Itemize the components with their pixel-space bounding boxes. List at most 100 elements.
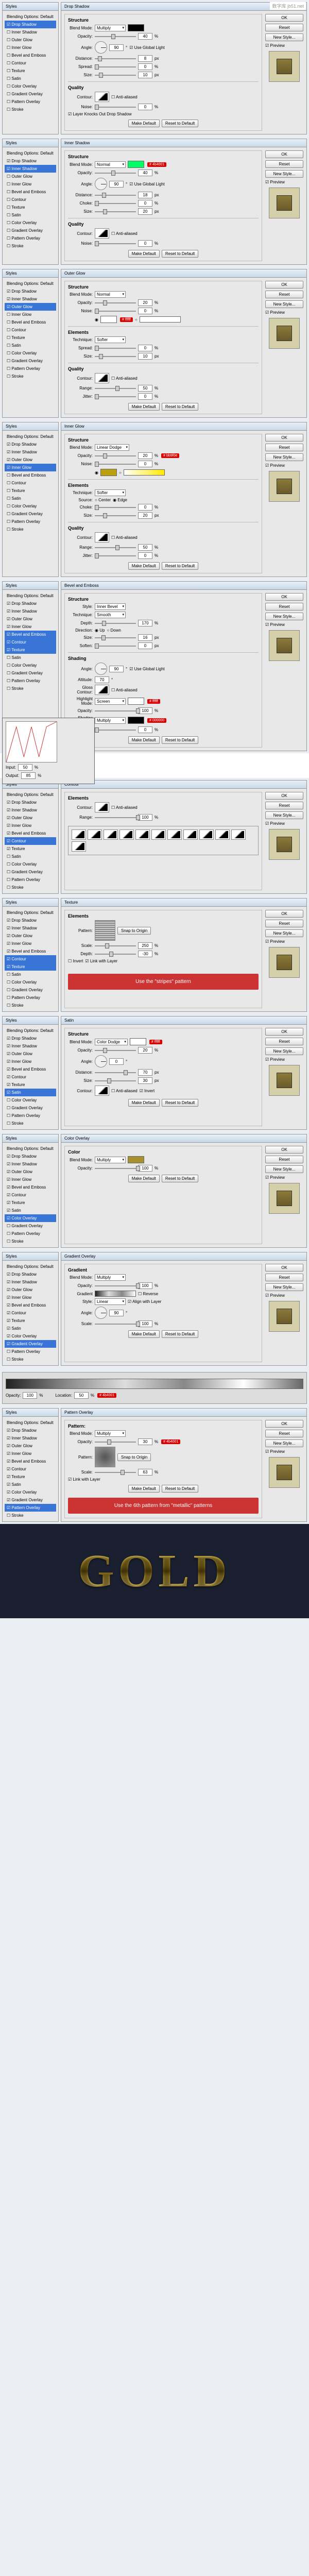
noise-input[interactable]: 0 <box>138 104 152 110</box>
contour-picker[interactable] <box>95 802 109 812</box>
sidebar-gradient-overlay[interactable]: Gradient Overlay <box>5 1222 56 1230</box>
color-swatch[interactable] <box>128 161 144 168</box>
contour-preset[interactable] <box>151 829 166 840</box>
blend-mode-dropdown[interactable]: Normal <box>95 161 126 168</box>
contour-picker[interactable] <box>95 228 109 239</box>
sidebar-contour[interactable]: Contour <box>5 1191 56 1199</box>
scale-input[interactable]: 250 <box>138 942 152 949</box>
make-default-button[interactable]: Make Default <box>128 1099 160 1107</box>
sidebar-stroke[interactable]: Stroke <box>5 685 56 692</box>
new-style-button[interactable]: New Style... <box>265 1283 303 1291</box>
sidebar-stroke[interactable]: Stroke <box>5 1238 56 1245</box>
sidebar-drop-shadow[interactable]: Drop Shadow <box>5 157 56 165</box>
sidebar-blending[interactable]: Blending Options: Default <box>5 280 56 287</box>
technique-dropdown[interactable]: Softer <box>95 336 126 343</box>
sidebar-pattern-overlay[interactable]: Pattern Overlay <box>5 1348 56 1355</box>
distance-input[interactable]: 8 <box>138 55 152 62</box>
sidebar-contour[interactable]: Contour <box>5 837 56 845</box>
make-default-button[interactable]: Make Default <box>128 1175 160 1182</box>
ok-button[interactable]: OK <box>265 150 303 158</box>
size-slider[interactable] <box>95 1078 136 1084</box>
sidebar-inner-shadow[interactable]: Inner Shadow <box>5 448 56 456</box>
opacity-slider[interactable] <box>95 1439 136 1445</box>
opacity-input[interactable]: 40 <box>138 170 152 176</box>
opacity-input[interactable]: 20 <box>138 1047 152 1054</box>
sh-opacity-slider[interactable] <box>95 727 136 733</box>
sidebar-color-overlay[interactable]: Color Overlay <box>5 82 56 90</box>
sidebar-bevel[interactable]: Bevel and Emboss <box>5 1183 56 1191</box>
sidebar-inner-shadow[interactable]: Inner Shadow <box>5 1434 56 1442</box>
sidebar-satin[interactable]: Satin <box>5 654 56 662</box>
opacity-slider[interactable] <box>95 300 136 306</box>
jitter-slider[interactable] <box>95 553 136 559</box>
sidebar-pattern-overlay[interactable]: Pattern Overlay <box>5 234 56 242</box>
dir-down-radio[interactable]: ○ Down <box>107 628 121 633</box>
new-style-button[interactable]: New Style... <box>265 1047 303 1055</box>
opacity-slider[interactable] <box>95 33 136 40</box>
sidebar-gradient-overlay[interactable]: Gradient Overlay <box>5 90 56 98</box>
sidebar-color-overlay[interactable]: Color Overlay <box>5 1214 56 1222</box>
anti-aliased-check[interactable]: ☐ Anti-aliased <box>111 95 138 99</box>
sidebar-inner-shadow[interactable]: Inner Shadow <box>5 924 56 932</box>
sidebar-inner-glow[interactable]: Inner Glow <box>5 623 56 631</box>
angle-input[interactable]: 90 <box>109 181 124 188</box>
range-input[interactable]: 50 <box>138 544 152 551</box>
new-style-button[interactable]: New Style... <box>265 613 303 620</box>
sidebar-bevel[interactable]: Bevel and Emboss <box>5 1301 56 1309</box>
sidebar-texture[interactable]: Texture <box>5 646 56 654</box>
sidebar-inner-glow[interactable]: Inner Glow <box>5 822 56 829</box>
sidebar-outer-glow[interactable]: Outer Glow <box>5 1050 56 1058</box>
sidebar-inner-shadow[interactable]: Inner Shadow <box>5 1042 56 1050</box>
sidebar-texture[interactable]: Texture <box>5 845 56 853</box>
contour-preset[interactable] <box>183 829 198 840</box>
sidebar-blending[interactable]: Blending Options: Default <box>5 791 56 799</box>
sidebar-bevel[interactable]: Bevel and Emboss <box>5 318 56 326</box>
preview-check[interactable]: ☑ Preview <box>265 463 303 468</box>
sidebar-inner-glow[interactable]: Inner Glow <box>5 180 56 188</box>
invert-check[interactable]: ☑ Invert <box>140 1089 154 1093</box>
sidebar-texture[interactable]: Texture <box>5 1199 56 1207</box>
reset-default-button[interactable]: Reset to Default <box>162 736 198 744</box>
sidebar-blending[interactable]: Blending Options: Default <box>5 909 56 917</box>
contour-preset[interactable] <box>72 841 86 852</box>
ok-button[interactable]: OK <box>265 281 303 289</box>
ok-button[interactable]: OK <box>265 910 303 918</box>
sidebar-bevel[interactable]: Bevel and Emboss <box>5 471 56 479</box>
sidebar-gradient-overlay[interactable]: Gradient Overlay <box>5 357 56 365</box>
noise-slider[interactable] <box>95 461 136 467</box>
gloss-contour-picker[interactable] <box>95 685 109 695</box>
cancel-button[interactable]: Reset <box>265 24 303 31</box>
angle-dial[interactable] <box>95 178 107 190</box>
new-style-button[interactable]: New Style... <box>265 33 303 41</box>
make-default-button[interactable]: Make Default <box>128 1330 160 1338</box>
angle-dial[interactable] <box>95 1307 107 1319</box>
sidebar-blending[interactable]: Blending Options: Default <box>5 1263 56 1270</box>
angle-input[interactable]: 90 <box>109 1310 124 1316</box>
shadow-mode-dropdown[interactable]: Multiply <box>95 717 126 724</box>
global-light-check[interactable]: ☑ Use Global Light <box>129 45 165 50</box>
soften-slider[interactable] <box>95 643 136 649</box>
sidebar-contour[interactable]: Contour <box>5 955 56 963</box>
shadow-color[interactable] <box>128 717 144 724</box>
contour-presets[interactable] <box>68 826 259 855</box>
contour-preset[interactable] <box>215 829 230 840</box>
sidebar-blending[interactable]: Blending Options: Default <box>5 433 56 440</box>
pattern-swatch[interactable] <box>95 1447 115 1467</box>
size-slider[interactable] <box>95 635 136 641</box>
spread-slider[interactable] <box>95 64 136 70</box>
make-default-button[interactable]: Make Default <box>128 403 160 411</box>
sidebar-stroke[interactable]: Stroke <box>5 1002 56 1009</box>
scale-input[interactable]: 63 <box>138 1469 152 1476</box>
cancel-button[interactable]: Reset <box>265 1430 303 1437</box>
sidebar-stroke[interactable]: Stroke <box>5 242 56 250</box>
jitter-slider[interactable] <box>95 394 136 400</box>
new-style-button[interactable]: New Style... <box>265 1165 303 1173</box>
sidebar-color-overlay[interactable]: Color Overlay <box>5 1332 56 1340</box>
gradient-swatch[interactable] <box>124 469 165 476</box>
sidebar-color-overlay[interactable]: Color Overlay <box>5 502 56 510</box>
sidebar-drop-shadow[interactable]: Drop Shadow <box>5 1270 56 1278</box>
opacity-input[interactable]: 100 <box>138 1165 152 1172</box>
cancel-button[interactable]: Reset <box>265 1274 303 1281</box>
sidebar-pattern-overlay[interactable]: Pattern Overlay <box>5 1504 56 1512</box>
sidebar-satin[interactable]: Satin <box>5 853 56 860</box>
